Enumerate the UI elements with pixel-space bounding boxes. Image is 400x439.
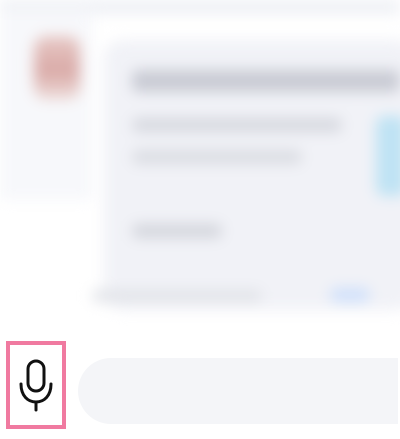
message-line: [132, 118, 342, 132]
microphone-icon: [19, 359, 53, 412]
message-input[interactable]: [78, 358, 398, 424]
avatar: [34, 36, 80, 100]
message-line: [132, 224, 222, 238]
message-meta: [92, 290, 262, 302]
message-attachment: [376, 116, 400, 196]
chat-screen: [0, 0, 400, 439]
message-line: [132, 150, 302, 164]
message-area: [0, 0, 400, 340]
message-line: [132, 70, 400, 92]
voice-input-button[interactable]: [6, 341, 66, 429]
message-meta-chip: [330, 288, 370, 302]
